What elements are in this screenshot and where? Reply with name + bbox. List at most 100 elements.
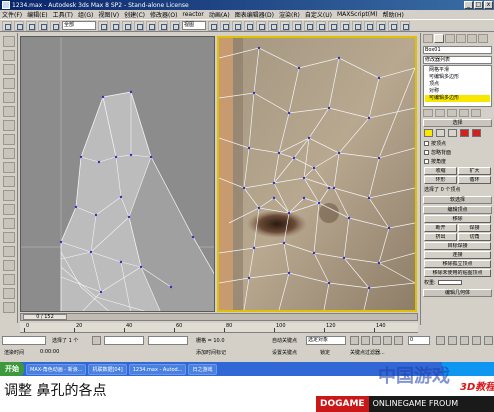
close-button[interactable]: x bbox=[484, 1, 493, 9]
left-tool-15-icon[interactable] bbox=[3, 232, 15, 243]
select-object-icon[interactable] bbox=[98, 20, 108, 31]
object-name-field[interactable]: Box01 bbox=[423, 46, 492, 54]
configure-sets-icon[interactable] bbox=[471, 109, 481, 117]
remove-isolated-button[interactable]: 移除孤立顶点 bbox=[424, 260, 491, 268]
pivot-center-icon[interactable] bbox=[208, 20, 218, 31]
region-select-icon[interactable] bbox=[122, 20, 132, 31]
select-manipulate-icon[interactable] bbox=[220, 20, 230, 31]
key-mode-dropdown[interactable]: 选定对象 bbox=[306, 336, 346, 345]
zoom-icon[interactable] bbox=[436, 336, 445, 345]
schematic-view-icon[interactable] bbox=[340, 20, 350, 31]
maximize-viewport-icon[interactable] bbox=[484, 336, 493, 345]
remove-modifier-icon[interactable] bbox=[459, 109, 469, 117]
left-tool-16-icon[interactable] bbox=[3, 246, 15, 257]
left-tool-7-icon[interactable] bbox=[3, 120, 15, 131]
left-tool-17-icon[interactable] bbox=[3, 260, 15, 271]
menu-customize[interactable]: 自定义(U) bbox=[305, 10, 332, 19]
selection-rollout[interactable]: 选择 bbox=[423, 119, 492, 127]
select-scale-icon[interactable] bbox=[170, 20, 180, 31]
left-tool-20-icon[interactable] bbox=[3, 302, 15, 313]
add-time-tag-button[interactable]: 添加时间标记 bbox=[196, 349, 226, 356]
time-slider[interactable]: 0 / 152 bbox=[20, 313, 418, 321]
prev-frame-icon[interactable] bbox=[361, 336, 370, 345]
connect-button[interactable]: 连接 bbox=[424, 251, 491, 259]
align-icon[interactable] bbox=[304, 20, 314, 31]
quick-render-icon[interactable] bbox=[376, 20, 386, 31]
spinner-snap-icon[interactable] bbox=[268, 20, 278, 31]
edit-vertices-rollout[interactable]: 编辑顶点 bbox=[423, 206, 492, 214]
polygon-mode-icon[interactable] bbox=[460, 129, 469, 137]
utilities-tab-icon[interactable] bbox=[478, 34, 488, 43]
border-mode-icon[interactable] bbox=[448, 129, 457, 137]
key-filters-button[interactable]: 关键点过滤器... bbox=[350, 349, 385, 356]
menu-file[interactable]: 文件(F) bbox=[2, 10, 22, 19]
left-tool-1-icon[interactable] bbox=[3, 36, 15, 47]
next-frame-icon[interactable] bbox=[383, 336, 392, 345]
chamfer-button[interactable]: 切角 bbox=[458, 233, 491, 241]
select-rotate-icon[interactable] bbox=[158, 20, 168, 31]
left-tool-14-icon[interactable] bbox=[3, 218, 15, 229]
goto-end-icon[interactable] bbox=[394, 336, 403, 345]
modifier-list-dropdown[interactable]: 修改器列表 bbox=[423, 56, 492, 64]
by-angle-checkbox[interactable] bbox=[424, 159, 429, 164]
menu-help[interactable]: 帮助(H) bbox=[383, 10, 404, 19]
link-icon[interactable] bbox=[26, 20, 36, 31]
named-selection-icon[interactable] bbox=[280, 20, 290, 31]
target-weld-button[interactable]: 目标焊接 bbox=[424, 242, 491, 250]
element-mode-icon[interactable] bbox=[472, 129, 481, 137]
snaps-toggle-icon[interactable] bbox=[232, 20, 242, 31]
taskbar-item[interactable]: 1234.max - Autod... bbox=[128, 363, 187, 375]
x-coord-field[interactable] bbox=[104, 336, 144, 345]
menu-reactor[interactable]: reactor bbox=[182, 11, 204, 18]
stack-item[interactable]: 可编辑多边形 bbox=[425, 74, 490, 81]
weld-button[interactable]: 焊接 bbox=[458, 224, 491, 232]
extrude-button[interactable]: 挤出 bbox=[424, 233, 457, 241]
ring-button[interactable]: 环形 bbox=[424, 176, 457, 184]
left-tool-18-icon[interactable] bbox=[3, 274, 15, 285]
taskbar-item[interactable]: MAX-角色动画 - 新浪... bbox=[26, 363, 87, 375]
lock-selection-icon[interactable] bbox=[92, 336, 101, 345]
viewport-perspective[interactable] bbox=[217, 36, 417, 312]
y-coord-field[interactable] bbox=[148, 336, 188, 345]
modify-tab-icon[interactable] bbox=[434, 34, 444, 43]
stack-item[interactable]: 网格平滑 bbox=[425, 67, 490, 74]
left-tool-8-icon[interactable] bbox=[3, 134, 15, 145]
timeline-ruler[interactable]: 0 20 40 60 80 100 120 140 bbox=[20, 323, 418, 333]
menu-views[interactable]: 视图(V) bbox=[98, 10, 119, 19]
left-tool-9-icon[interactable] bbox=[3, 148, 15, 159]
weight-spinner[interactable] bbox=[437, 280, 462, 285]
taskbar-item[interactable]: 机联数据[04] bbox=[88, 363, 127, 375]
remove-button[interactable]: 移除 bbox=[424, 215, 491, 223]
ignore-backfacing-option[interactable]: 忽略背面 bbox=[421, 148, 494, 157]
auto-key-button[interactable]: 自动关键点 bbox=[272, 337, 297, 344]
taskbar-item[interactable]: 日之游戏 bbox=[188, 363, 217, 375]
show-end-result-icon[interactable] bbox=[435, 109, 445, 117]
render-type-icon[interactable] bbox=[388, 20, 398, 31]
menu-edit[interactable]: 编辑(E) bbox=[27, 10, 47, 19]
mirror-icon[interactable] bbox=[292, 20, 302, 31]
vertex-mode-icon[interactable] bbox=[424, 129, 433, 137]
left-tool-2-icon[interactable] bbox=[3, 50, 15, 61]
stack-item-selected[interactable]: 可编辑多边形 bbox=[425, 95, 490, 102]
viewport-left[interactable] bbox=[20, 36, 215, 312]
left-tool-13-icon[interactable] bbox=[3, 204, 15, 215]
minimize-button[interactable]: _ bbox=[464, 1, 473, 9]
left-tool-5-icon[interactable] bbox=[3, 92, 15, 103]
edit-geometry-rollout[interactable]: 编辑几何体 bbox=[423, 289, 492, 297]
menu-animation[interactable]: 动画(A) bbox=[209, 10, 230, 19]
break-button[interactable]: 断开 bbox=[424, 224, 457, 232]
pin-stack-icon[interactable] bbox=[423, 109, 433, 117]
left-tool-11-icon[interactable] bbox=[3, 176, 15, 187]
menu-maxscript[interactable]: MAXScript(M) bbox=[337, 11, 378, 18]
hierarchy-tab-icon[interactable] bbox=[445, 34, 455, 43]
menu-group[interactable]: 组(G) bbox=[78, 10, 93, 19]
edge-mode-icon[interactable] bbox=[436, 129, 445, 137]
goto-start-icon[interactable] bbox=[350, 336, 359, 345]
pan-icon[interactable] bbox=[460, 336, 469, 345]
left-tool-10-icon[interactable] bbox=[3, 162, 15, 173]
render-last-icon[interactable] bbox=[400, 20, 410, 31]
shrink-button[interactable]: 收缩 bbox=[424, 167, 457, 175]
left-tool-3-icon[interactable] bbox=[3, 64, 15, 75]
display-tab-icon[interactable] bbox=[467, 34, 477, 43]
curve-editor-icon[interactable] bbox=[328, 20, 338, 31]
